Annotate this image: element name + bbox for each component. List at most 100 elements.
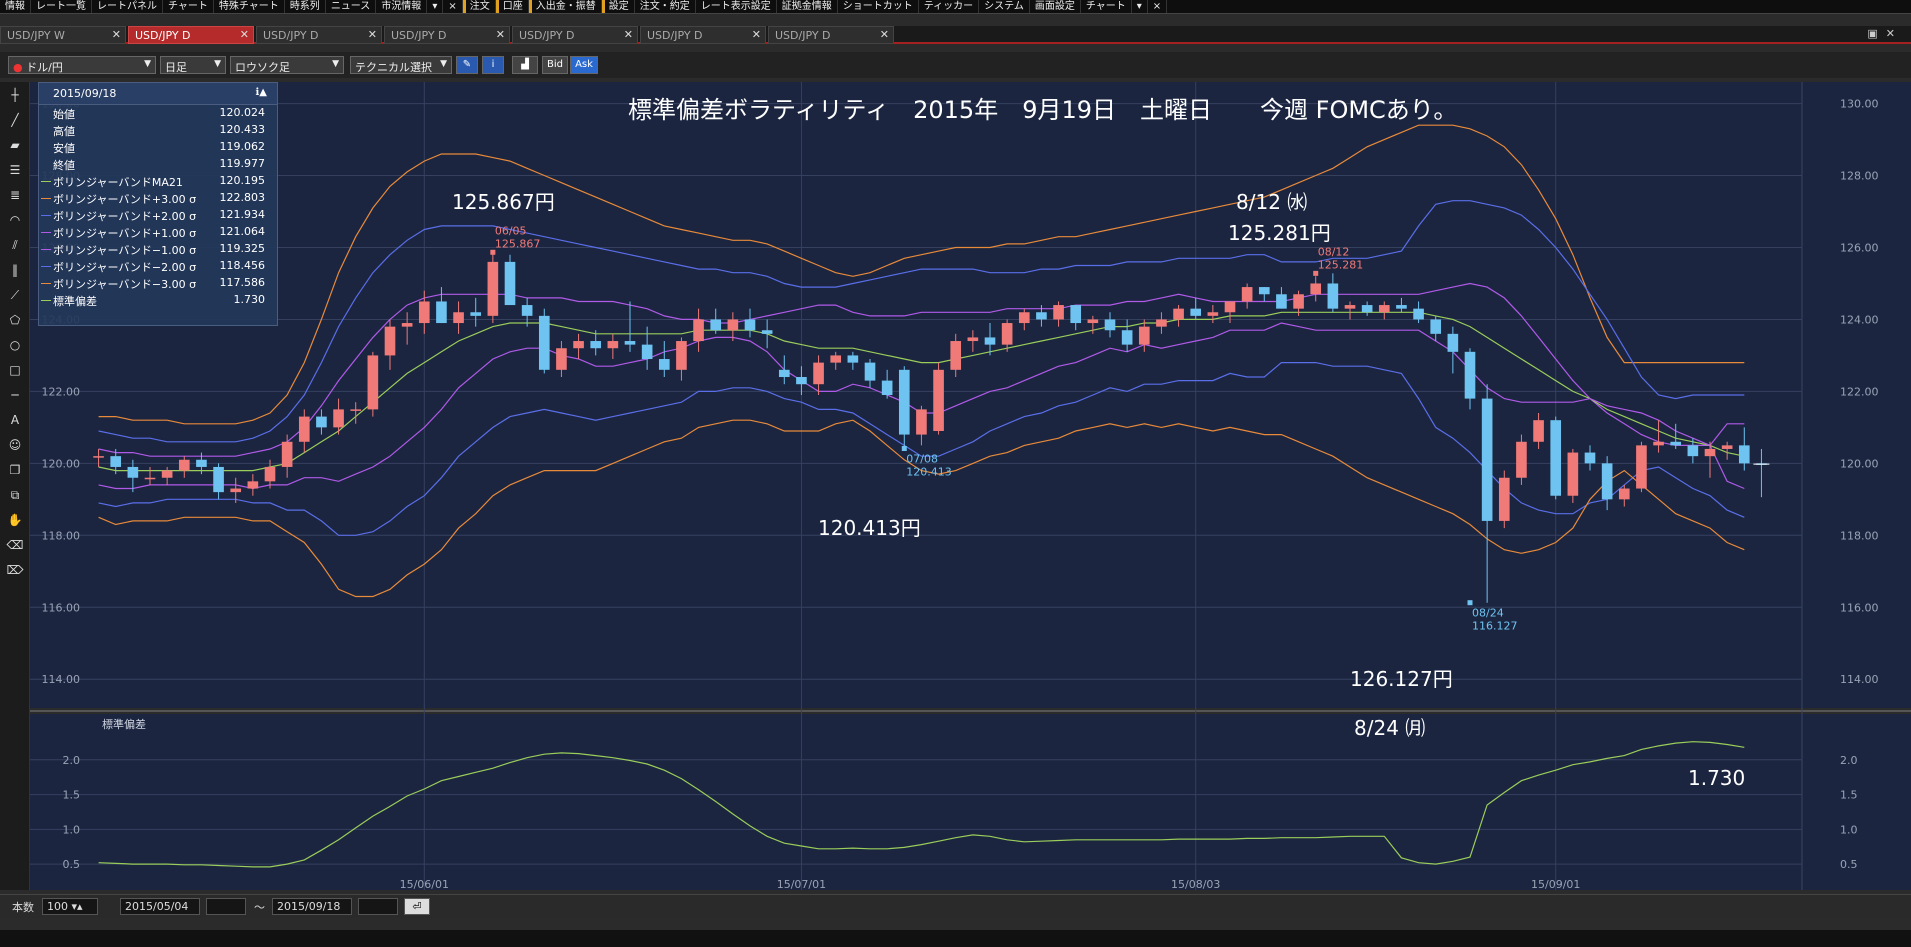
bar-count-input[interactable]: 100 ▾▴ <box>42 898 98 915</box>
candle-body[interactable] <box>813 362 824 385</box>
menu-item[interactable]: 口座 <box>495 0 529 13</box>
candlestick-chart[interactable]: 114.00 114.00 116.00 116.00 118.00 118.00 120.… <box>30 82 1911 890</box>
candle-body[interactable] <box>1190 308 1202 316</box>
menu-item[interactable]: 市況情報 <box>376 0 428 13</box>
bid-button[interactable]: Bid <box>542 56 568 74</box>
tab-usdjpy-d[interactable]: USD/JPY D ✕ <box>768 26 894 44</box>
candle-body[interactable] <box>521 305 533 316</box>
start-time-input[interactable] <box>206 898 246 915</box>
close-icon[interactable]: ✕ <box>624 28 633 41</box>
candle-body[interactable] <box>1036 312 1047 320</box>
tab-usdjpy-d[interactable]: USD/JPY D ✕ <box>384 26 510 44</box>
menu-item[interactable]: 入出金・振替 <box>528 0 602 13</box>
menu-item[interactable]: 注文・約定 <box>635 0 696 13</box>
candle-body[interactable] <box>1138 326 1150 345</box>
menu-item[interactable]: レート表示設定 <box>696 0 777 13</box>
pentagon-icon[interactable]: ⬠ <box>6 311 24 329</box>
close-icon[interactable]: ✕ <box>240 28 249 41</box>
close-icon[interactable]: ✕ <box>112 28 121 41</box>
smiley-icon[interactable]: ☺ <box>6 436 24 454</box>
menu-item[interactable]: チャート <box>163 0 214 13</box>
menu-item[interactable]: × <box>1148 0 1168 13</box>
horizontal-lines-icon[interactable]: ☰ <box>6 161 24 179</box>
candle-body[interactable] <box>367 355 379 410</box>
candle-body[interactable] <box>1241 287 1253 302</box>
candle-body[interactable] <box>161 470 173 478</box>
candle-body[interactable] <box>967 337 979 342</box>
candle-body[interactable] <box>1464 351 1476 399</box>
candle-body[interactable] <box>213 466 224 493</box>
candle-body[interactable] <box>710 319 722 331</box>
menu-item[interactable]: ▾ <box>427 0 444 13</box>
crosshair-icon[interactable]: ┼ <box>6 86 24 104</box>
ruler-icon[interactable]: ▰ <box>6 136 24 154</box>
refresh-icon[interactable]: ⏎ <box>404 898 430 915</box>
candle-body[interactable] <box>247 481 259 489</box>
candle-body[interactable] <box>830 355 842 363</box>
menu-item[interactable]: 特殊チャート <box>214 0 285 13</box>
candle-body[interactable] <box>556 348 567 370</box>
tab-usdjpy-d[interactable]: USD/JPY D ✕ <box>256 26 382 44</box>
menu-item[interactable]: ショートカット <box>838 0 919 13</box>
circle-icon[interactable]: ○ <box>6 336 24 354</box>
candle-body[interactable] <box>1498 477 1510 521</box>
candle-body[interactable] <box>1207 312 1219 316</box>
candle-body[interactable] <box>1258 287 1270 295</box>
candle-body[interactable] <box>1738 445 1750 464</box>
candle-body[interactable] <box>898 369 910 435</box>
candle-body[interactable] <box>676 341 687 370</box>
candle-body[interactable] <box>110 456 122 467</box>
candle-body[interactable] <box>1344 305 1356 309</box>
candle-body[interactable] <box>1104 319 1116 331</box>
end-date-input[interactable]: 2015/09/18 <box>272 898 352 915</box>
fibonacci-icon[interactable]: ≣ <box>6 186 24 204</box>
candle-body[interactable] <box>316 416 327 428</box>
tab-usdjpy-d[interactable]: USD/JPY D ✕ <box>512 26 638 44</box>
candle-body[interactable] <box>1550 420 1562 496</box>
candle-body[interactable] <box>761 330 773 334</box>
rectangle-icon[interactable]: □ <box>6 361 24 379</box>
menu-item[interactable]: 画面設定 <box>1030 0 1081 13</box>
candle-body[interactable] <box>1310 283 1322 295</box>
candle-body[interactable] <box>1053 305 1064 320</box>
menu-item[interactable]: 注文 <box>462 0 496 13</box>
channel-icon[interactable]: ⫽ <box>6 236 24 254</box>
candle-body[interactable] <box>1670 441 1682 446</box>
candle-body[interactable] <box>1001 323 1013 345</box>
menu-item[interactable]: × <box>443 0 463 13</box>
fan-icon[interactable]: ⟋ <box>6 286 24 304</box>
candle-body[interactable] <box>1704 448 1716 457</box>
timeframe-select[interactable]: 日足 ▼ <box>160 56 226 74</box>
menu-item[interactable]: 情報 <box>0 0 31 13</box>
candle-body[interactable] <box>178 459 190 471</box>
candle-body[interactable] <box>796 377 807 385</box>
menu-item[interactable]: 時系列 <box>285 0 326 13</box>
horizontal-line-icon[interactable]: ─ <box>6 386 24 404</box>
candle-body[interactable] <box>230 488 242 493</box>
copy-icon[interactable]: ❐ <box>6 461 24 479</box>
technical-select[interactable]: テクニカル選択 ▼ <box>350 56 452 74</box>
candle-body[interactable] <box>281 441 293 467</box>
currency-pair-select[interactable]: ● ドル/円 ▼ <box>8 56 156 74</box>
candle-body[interactable] <box>658 359 670 370</box>
candle-body[interactable] <box>144 477 156 480</box>
candle-body[interactable] <box>573 341 584 349</box>
paste-icon[interactable]: ⧉ <box>6 486 24 504</box>
candle-body[interactable] <box>1018 312 1030 324</box>
candle-body[interactable] <box>933 369 944 431</box>
candle-body[interactable] <box>1173 308 1184 320</box>
candle-body[interactable] <box>1396 305 1407 309</box>
eraser-icon[interactable]: ⌫ <box>6 536 24 554</box>
candle-body[interactable] <box>1618 488 1630 500</box>
candle-body[interactable] <box>1687 445 1699 457</box>
candle-body[interactable] <box>264 466 276 482</box>
menu-item[interactable]: ▾ <box>1132 0 1148 13</box>
menu-item[interactable]: システム <box>979 0 1030 13</box>
candle-body[interactable] <box>470 312 482 316</box>
candle-body[interactable] <box>693 319 704 342</box>
candle-body[interactable] <box>384 326 396 356</box>
candle-body[interactable] <box>1070 305 1082 324</box>
candle-body[interactable] <box>847 355 859 363</box>
candle-body[interactable] <box>1293 294 1304 309</box>
candle-body[interactable] <box>1361 305 1373 313</box>
